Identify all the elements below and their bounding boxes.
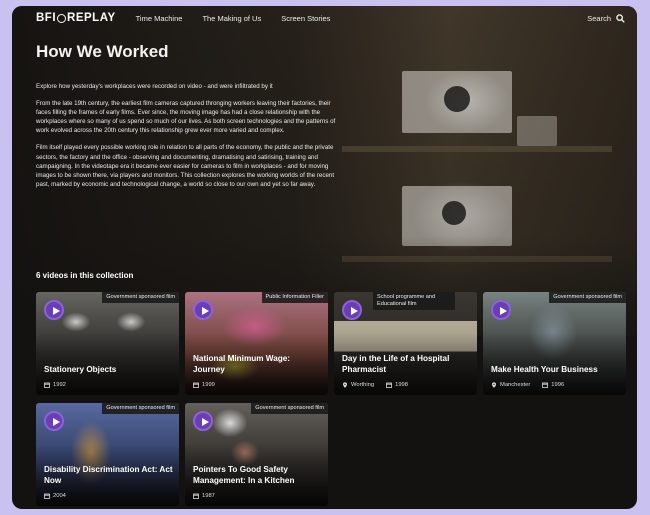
card-year: 1996 <box>551 382 565 388</box>
app-window: BFI REPLAY Time Machine The Making of Us… <box>12 6 637 509</box>
nav-link-time-machine[interactable]: Time Machine <box>136 14 183 23</box>
calendar-icon <box>386 382 392 388</box>
card-category-tag: Public Information Filler <box>261 292 328 303</box>
calendar-icon <box>193 493 199 499</box>
video-card[interactable]: School programme and Educational film Da… <box>334 292 477 395</box>
collection-count: 6 videos in this collection <box>36 271 134 280</box>
calendar-icon <box>44 493 50 499</box>
card-category-tag: School programme and Educational film <box>373 292 455 310</box>
location-pin-icon <box>492 382 496 388</box>
play-icon[interactable] <box>44 300 64 320</box>
video-card[interactable]: Government sponsored film Stationery Obj… <box>36 292 179 395</box>
calendar-icon <box>193 382 199 388</box>
video-card[interactable]: Public Information Filler National Minim… <box>185 292 328 395</box>
collection-intro: How We Worked Explore how yesterday's wo… <box>36 42 336 197</box>
calendar-icon <box>542 382 549 388</box>
logo-text-left: BFI <box>36 12 57 24</box>
intro-paragraph-1: Explore how yesterday's workplaces were … <box>36 83 273 90</box>
bfi-replay-logo[interactable]: BFI REPLAY <box>36 12 116 24</box>
card-meta: 2004 <box>44 493 66 499</box>
search-icon <box>616 13 625 23</box>
card-category-tag: Government sponsored film <box>251 403 328 414</box>
intro-paragraph-3: Film itself played every possible workin… <box>36 144 335 188</box>
nav-link-screen-stories[interactable]: Screen Stories <box>281 14 330 23</box>
card-category-tag: Government sponsored film <box>102 292 179 303</box>
play-icon[interactable] <box>193 411 213 431</box>
card-title: Disability Discrimination Act: Act Now <box>44 465 173 485</box>
logo-ring-icon <box>57 13 67 23</box>
video-card[interactable]: Government sponsored film Pointers To Go… <box>185 403 328 506</box>
intro-paragraph-2: From the late 19th century, the earliest… <box>36 100 336 135</box>
top-nav: BFI REPLAY Time Machine The Making of Us… <box>12 6 637 30</box>
search-label: Search <box>587 13 611 23</box>
card-meta: 1999 <box>193 382 215 388</box>
card-title: National Minimum Wage: Journey <box>193 354 291 374</box>
card-location: Manchester <box>500 382 531 388</box>
page-title: How We Worked <box>36 42 169 61</box>
calendar-icon <box>44 382 50 388</box>
card-meta: Worthing 1998 <box>342 382 408 388</box>
card-year: 2004 <box>53 493 66 499</box>
video-card[interactable]: Government sponsored film Disability Dis… <box>36 403 179 506</box>
video-card[interactable]: Government sponsored film Make Health Yo… <box>483 292 626 395</box>
card-title: Day in the Life of a Hospital Pharmacist <box>342 354 450 374</box>
play-icon[interactable] <box>193 300 213 320</box>
card-meta: 1992 <box>44 382 66 388</box>
card-location: Worthing <box>351 382 375 388</box>
card-year: 1998 <box>395 382 408 388</box>
card-meta: Manchester 1996 <box>491 382 564 388</box>
card-title: Pointers To Good Safety Management: In a… <box>193 465 295 485</box>
nav-link-making-of-us[interactable]: The Making of Us <box>202 14 261 23</box>
card-category-tag: Government sponsored film <box>102 403 179 414</box>
card-year: 1992 <box>53 382 66 388</box>
play-icon[interactable] <box>491 300 511 320</box>
card-category-tag: Government sponsored film <box>549 292 626 303</box>
search-button[interactable]: Search <box>587 14 625 23</box>
play-icon[interactable] <box>342 300 362 320</box>
logo-text-right: REPLAY <box>67 12 116 24</box>
location-pin-icon <box>343 382 347 388</box>
card-title: Stationery Objects <box>44 365 117 374</box>
card-year: 1999 <box>202 382 215 388</box>
card-title: Make Health Your Business <box>491 365 598 374</box>
card-meta: 1987 <box>193 493 215 499</box>
card-year: 1987 <box>202 493 215 499</box>
play-icon[interactable] <box>44 411 64 431</box>
